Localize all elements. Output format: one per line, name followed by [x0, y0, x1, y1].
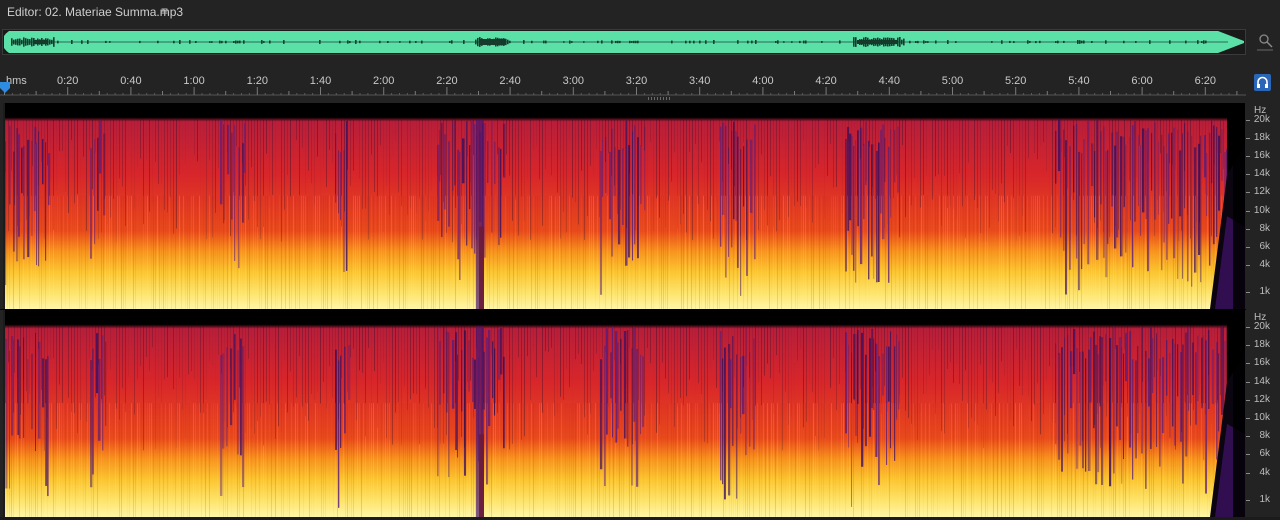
- overview-waveform-graphic: [4, 31, 1244, 53]
- monitor-button[interactable]: [1254, 74, 1271, 91]
- frequency-label: 1k: [1259, 494, 1270, 505]
- frequency-tick: [1246, 156, 1250, 157]
- frequency-tick: [1246, 382, 1250, 383]
- time-tick-label: 3:20: [626, 75, 647, 87]
- spectrogram-channel-2-graphic: [5, 310, 1245, 517]
- frequency-tick: [1246, 436, 1250, 437]
- frequency-tick: [1246, 400, 1250, 401]
- time-tick-label: 1:00: [183, 75, 204, 87]
- frequency-tick: [1246, 500, 1250, 501]
- frequency-label: 18k: [1253, 339, 1270, 350]
- time-tick-label: 3:00: [563, 75, 584, 87]
- frequency-tick: [1246, 327, 1250, 328]
- time-tick-label: 2:40: [499, 75, 520, 87]
- frequency-tick: [1246, 138, 1250, 139]
- frequency-tick: [1246, 454, 1250, 455]
- frequency-tick: [1246, 247, 1250, 248]
- frequency-label: 20k: [1253, 321, 1270, 332]
- editor-title-bar: Editor: 02. Materiae Summa.mp3 ≡: [0, 0, 1280, 24]
- time-ruler-graphic: hms 0:20 0:40 1:00 1:20 1:40 2:00 2:20 2:40 3:00…: [0, 75, 1246, 96]
- spectrogram-channel-1-graphic: [5, 103, 1245, 309]
- time-tick-label: 5:20: [1005, 75, 1026, 87]
- frequency-tick: [1246, 345, 1250, 346]
- time-tick-label: 1:20: [247, 75, 268, 87]
- frequency-label: 8k: [1259, 430, 1270, 441]
- playhead-marker[interactable]: [0, 82, 10, 94]
- time-tick-label: 4:40: [879, 75, 900, 87]
- zoom-navigator-icon[interactable]: [1255, 31, 1275, 53]
- frequency-tick: [1246, 229, 1250, 230]
- frequency-label: 12k: [1253, 186, 1270, 197]
- frequency-axis-channel-2: Hz 20k 18k 16k 14k 12k 10k 8k 6k 4k 1k: [1246, 310, 1280, 517]
- time-ruler[interactable]: hms 0:20 0:40 1:00 1:20 1:40 2:00 2:20 2:40 3:00…: [0, 70, 1280, 96]
- frequency-label: 6k: [1259, 241, 1270, 252]
- time-tick-label: 0:20: [57, 75, 78, 87]
- frequency-tick: [1246, 363, 1250, 364]
- frequency-tick: [1246, 211, 1250, 212]
- panel-splitter[interactable]: [0, 96, 1246, 102]
- time-tick-label: 5:40: [1068, 75, 1089, 87]
- editor-title: Editor: 02. Materiae Summa.mp3: [7, 5, 184, 19]
- time-tick-label: 0:40: [120, 75, 141, 87]
- frequency-label: 10k: [1253, 412, 1270, 423]
- frequency-label: 12k: [1253, 394, 1270, 405]
- frequency-tick: [1246, 473, 1250, 474]
- frequency-label: 20k: [1253, 114, 1270, 125]
- frequency-label: 16k: [1253, 150, 1270, 161]
- headphones-icon: [1257, 76, 1268, 88]
- frequency-axis-channel-1: Hz 20k 18k 16k 14k 12k 10k 8k 6k 4k 1k: [1246, 103, 1280, 309]
- splitter-grip[interactable]: [648, 97, 670, 100]
- hamburger-menu-icon[interactable]: ≡: [161, 4, 168, 18]
- time-tick-label: 3:40: [689, 75, 710, 87]
- time-tick-label: 1:40: [310, 75, 331, 87]
- time-tick-label: 6:20: [1195, 75, 1216, 87]
- frequency-tick: [1246, 265, 1250, 266]
- frequency-tick: [1246, 192, 1250, 193]
- time-tick-label: 6:00: [1131, 75, 1152, 87]
- time-tick-label: 2:00: [373, 75, 394, 87]
- frequency-label: 1k: [1259, 286, 1270, 297]
- time-tick-label: 4:00: [752, 75, 773, 87]
- frequency-tick: [1246, 292, 1250, 293]
- frequency-label: 10k: [1253, 205, 1270, 216]
- frequency-label: 6k: [1259, 448, 1270, 459]
- time-tick-label: 4:20: [815, 75, 836, 87]
- frequency-tick: [1246, 418, 1250, 419]
- overview-waveform[interactable]: [2, 29, 1246, 55]
- frequency-label: 4k: [1259, 259, 1270, 270]
- frequency-label: 4k: [1259, 467, 1270, 478]
- time-tick-label: 2:20: [436, 75, 457, 87]
- time-tick-label: 5:00: [942, 75, 963, 87]
- frequency-label: 14k: [1253, 376, 1270, 387]
- frequency-label: 8k: [1259, 223, 1270, 234]
- frequency-tick: [1246, 120, 1250, 121]
- frequency-label: 16k: [1253, 357, 1270, 368]
- frequency-label: 14k: [1253, 168, 1270, 179]
- frequency-label: 18k: [1253, 132, 1270, 143]
- spectrogram-channel-1[interactable]: [5, 103, 1245, 309]
- frequency-tick: [1246, 174, 1250, 175]
- spectrogram-channel-2[interactable]: [5, 310, 1245, 517]
